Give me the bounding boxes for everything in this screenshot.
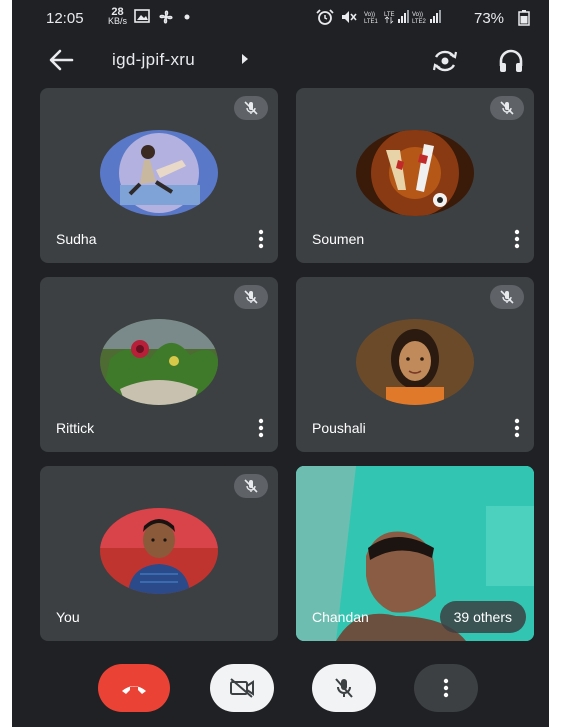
- svg-text:LTE: LTE: [384, 12, 395, 18]
- muted-badge: [234, 285, 268, 309]
- battery-icon: [518, 10, 530, 26]
- more-vertical-icon[interactable]: [254, 229, 268, 249]
- mic-off-icon: [244, 479, 258, 493]
- gallery-notification-icon: [134, 9, 150, 23]
- more-options-button[interactable]: [414, 664, 478, 712]
- participant-tile-poushali[interactable]: Poushali: [296, 277, 534, 452]
- participant-tile-rittick[interactable]: Rittick: [40, 277, 278, 452]
- svg-text:Vo)): Vo)): [412, 12, 423, 18]
- mute-sound-icon: [342, 11, 357, 23]
- svg-text:LTE2: LTE2: [412, 19, 427, 25]
- participant-tile-chandan[interactable]: Chandan 39 others: [296, 466, 534, 641]
- participant-name: Chandan: [312, 609, 369, 625]
- call-controls: [12, 656, 549, 716]
- participant-name: Sudha: [56, 231, 97, 247]
- status-time: 12:05: [46, 10, 84, 27]
- participant-name: Rittick: [56, 420, 95, 436]
- meeting-code[interactable]: igd-jpif-xru: [112, 50, 195, 70]
- video-off-icon: [230, 678, 254, 698]
- meeting-screen: 12:05 28 KB/s Vo)) LTE1 LTE Vo)) LTE2 73…: [12, 0, 549, 727]
- participant-name: You: [56, 609, 80, 625]
- more-vertical-icon[interactable]: [510, 418, 524, 438]
- alarm-icon: [316, 9, 334, 25]
- participant-name: Poushali: [312, 420, 366, 436]
- meeting-header: igd-jpif-xru: [12, 40, 549, 80]
- battery-level: 73%: [474, 10, 505, 27]
- avatar-soumen: [356, 130, 474, 216]
- avatar-you: [100, 508, 218, 594]
- avatar-poushali: [356, 319, 474, 405]
- more-vertical-icon[interactable]: [510, 229, 524, 249]
- muted-badge: [234, 96, 268, 120]
- svg-text:Vo)): Vo)): [364, 12, 375, 18]
- camera-toggle-button[interactable]: [210, 664, 274, 712]
- participant-tile-soumen[interactable]: Soumen: [296, 88, 534, 263]
- muted-badge: [234, 474, 268, 498]
- signal-strength-icon: Vo)) LTE1 LTE Vo)) LTE2: [364, 10, 441, 25]
- mic-off-icon: [244, 101, 258, 115]
- fan-notification-icon: [159, 10, 173, 24]
- avatar-rittick: [100, 319, 218, 405]
- muted-badge: [490, 285, 524, 309]
- more-vertical-icon[interactable]: [254, 418, 268, 438]
- mic-off-icon: [500, 101, 514, 115]
- svg-text:LTE1: LTE1: [364, 19, 379, 25]
- participant-name: Soumen: [312, 231, 365, 247]
- mic-off-icon: [335, 678, 353, 698]
- mic-off-icon: [500, 290, 514, 304]
- network-speed: 28 KB/s: [108, 7, 128, 26]
- caret-right-icon[interactable]: [240, 52, 250, 66]
- participant-tile-you[interactable]: You: [40, 466, 278, 641]
- mic-toggle-button[interactable]: [312, 664, 376, 712]
- phone-hangup-icon: [122, 686, 146, 694]
- participant-tile-sudha[interactable]: Sudha: [40, 88, 278, 263]
- status-bar: 12:05 28 KB/s Vo)) LTE1 LTE Vo)) LTE2 73…: [12, 0, 549, 36]
- others-badge[interactable]: 39 others: [439, 601, 526, 633]
- muted-badge: [490, 96, 524, 120]
- arrow-left-icon[interactable]: [46, 46, 76, 74]
- headphones-icon[interactable]: [496, 46, 526, 76]
- avatar-sudha: [100, 130, 218, 216]
- dot-notification-icon: [184, 14, 190, 20]
- mic-off-icon: [244, 290, 258, 304]
- switch-camera-icon[interactable]: [430, 46, 460, 76]
- network-speed-unit: KB/s: [108, 16, 128, 26]
- end-call-button[interactable]: [98, 664, 170, 712]
- more-vertical-icon: [443, 678, 449, 698]
